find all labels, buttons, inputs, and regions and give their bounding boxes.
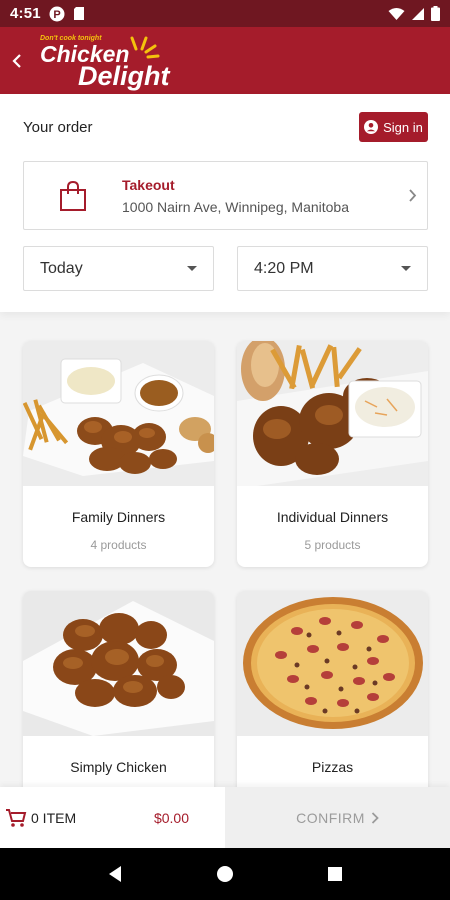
time-select[interactable]: 4:20 PM xyxy=(237,246,428,291)
wifi-icon xyxy=(388,7,405,20)
shopping-bag-icon xyxy=(60,180,86,211)
category-count: 5 products xyxy=(304,538,361,552)
sign-in-label: Sign in xyxy=(383,119,423,135)
category-count: 4 products xyxy=(90,538,147,552)
android-nav-bar xyxy=(0,848,450,900)
store-address: 1000 Nairn Ave, Winnipeg, Manitoba xyxy=(122,198,349,215)
sd-card-icon xyxy=(73,7,84,20)
battery-icon xyxy=(431,6,440,21)
chevron-right-icon xyxy=(371,811,379,824)
cart-total: $0.00 xyxy=(153,809,189,826)
back-button[interactable] xyxy=(2,41,32,81)
chevron-right-icon xyxy=(408,189,416,202)
app-header: Don't cook tonight Chicken Delight xyxy=(0,27,450,94)
confirm-button[interactable]: CONFIRM xyxy=(225,787,450,848)
status-time: 4:51 xyxy=(10,5,41,22)
nav-back-icon[interactable] xyxy=(107,865,123,883)
sign-in-button[interactable]: Sign in xyxy=(359,112,428,142)
order-panel: Your order Sign in Takeout 1000 Nairn Av… xyxy=(0,94,450,312)
cart-item-count: 0 ITEM xyxy=(31,809,77,826)
category-name: Individual Dinners xyxy=(276,509,389,525)
category-card-family-dinners[interactable]: Family Dinners 4 products xyxy=(23,341,214,567)
back-arrow-icon xyxy=(12,53,21,68)
nav-home-icon[interactable] xyxy=(216,865,234,883)
cart-icon xyxy=(6,808,27,827)
takeout-selector[interactable]: Takeout 1000 Nairn Ave, Winnipeg, Manito… xyxy=(23,161,428,230)
signal-icon xyxy=(412,7,424,20)
day-value: Today xyxy=(40,259,83,277)
family-dinners-image xyxy=(23,341,214,486)
category-card-pizzas[interactable]: Pizzas xyxy=(237,591,428,801)
status-bar: 4:51 P xyxy=(0,0,450,27)
category-name: Pizzas xyxy=(311,759,354,775)
day-select[interactable]: Today xyxy=(23,246,214,291)
category-card-simply-chicken[interactable]: Simply Chicken xyxy=(23,591,214,801)
notification-p-icon: P xyxy=(49,6,65,21)
pizzas-image xyxy=(237,591,428,736)
order-title: Your order xyxy=(23,119,93,136)
dropdown-caret-icon xyxy=(187,266,197,271)
logo-line2: Delight xyxy=(78,60,170,91)
confirm-label: CONFIRM xyxy=(296,809,365,826)
brand-logo: Don't cook tonight Chicken Delight xyxy=(38,31,198,91)
category-name: Family Dinners xyxy=(71,509,166,525)
nav-recents-icon[interactable] xyxy=(327,866,343,882)
cart-bar: 0 ITEM $0.00 CONFIRM xyxy=(0,787,450,848)
dropdown-caret-icon xyxy=(401,266,411,271)
order-mode: Takeout xyxy=(122,176,175,193)
individual-dinners-image xyxy=(237,341,428,486)
time-value: 4:20 PM xyxy=(254,259,314,277)
category-card-individual-dinners[interactable]: Individual Dinners 5 products xyxy=(237,341,428,567)
category-name: Simply Chicken xyxy=(70,759,167,775)
simply-chicken-image xyxy=(23,591,214,736)
svg-text:P: P xyxy=(53,9,60,21)
user-icon xyxy=(364,120,379,134)
cart-summary[interactable]: 0 ITEM $0.00 xyxy=(0,787,225,848)
